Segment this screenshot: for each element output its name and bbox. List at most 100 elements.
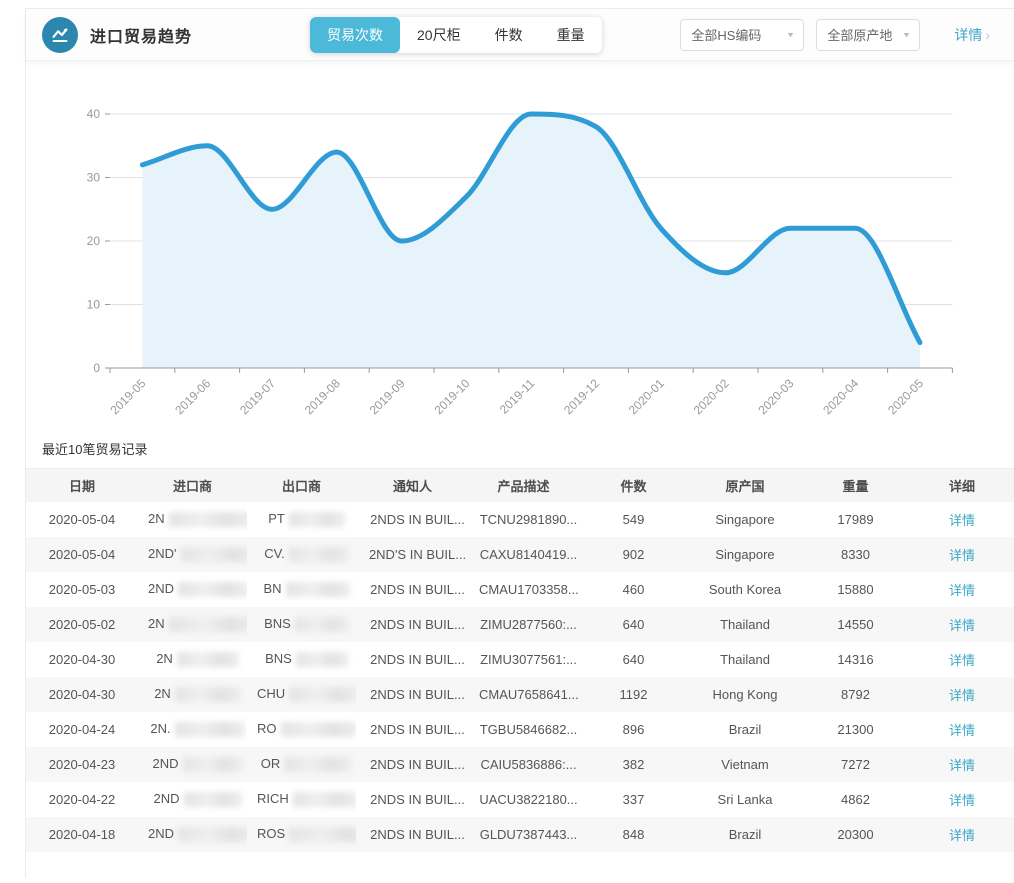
cell-importer: 2N xyxy=(138,607,247,642)
cell-weight: 8792 xyxy=(801,677,910,712)
cell-quantity: 1192 xyxy=(578,677,689,712)
cell-quantity: 896 xyxy=(578,712,689,747)
cell-notify-party: 2NDS IN BUIL... xyxy=(356,572,469,607)
card-header: 进口贸易趋势 贸易次数 20尺柜 件数 重量 全部HS编码 ▾ 全部原产地 ▾ … xyxy=(26,9,1014,61)
tab-20ft-container[interactable]: 20尺柜 xyxy=(400,17,478,53)
cell-exporter: RO xyxy=(247,712,356,747)
cell-weight: 8330 xyxy=(801,537,910,572)
cell-date: 2020-04-18 xyxy=(26,817,138,852)
cell-weight: 17989 xyxy=(801,502,910,537)
header-detail-link[interactable]: 详情› xyxy=(954,25,990,45)
origin-select[interactable]: 全部原产地 ▾ xyxy=(816,19,920,51)
redacted-exporter-name xyxy=(286,582,350,597)
x-axis-label: 2020-03 xyxy=(755,376,796,417)
row-detail-link[interactable]: 详情 xyxy=(949,758,975,773)
cell-product-desc: CMAU1703358... xyxy=(469,572,578,607)
cell-weight: 15880 xyxy=(801,572,910,607)
redacted-exporter-name xyxy=(289,827,356,842)
redacted-importer-name xyxy=(178,827,247,842)
table-row: 2020-05-032NDBN2NDS IN BUIL...CMAU170335… xyxy=(26,572,1014,607)
cell-date: 2020-04-30 xyxy=(26,642,138,677)
cell-notify-party: 2NDS IN BUIL... xyxy=(356,782,469,817)
cell-date: 2020-05-04 xyxy=(26,502,138,537)
cell-quantity: 460 xyxy=(578,572,689,607)
cell-notify-party: 2NDS IN BUIL... xyxy=(356,642,469,677)
y-axis-label: 30 xyxy=(87,171,101,185)
recent-trades-section: 最近10笔贸易记录 日期 进口商 出口商 通知人 产品描述 件数 原产国 重量 … xyxy=(26,439,1014,852)
table-row: 2020-05-042ND'CV.2ND'S IN BUIL...CAXU814… xyxy=(26,537,1014,572)
cell-quantity: 848 xyxy=(578,817,689,852)
row-detail-link[interactable]: 详情 xyxy=(949,653,975,668)
cell-date: 2020-05-04 xyxy=(26,537,138,572)
row-detail-link[interactable]: 详情 xyxy=(949,723,975,738)
filter-group: 全部HS编码 ▾ 全部原产地 ▾ 详情› xyxy=(680,19,990,51)
cell-quantity: 902 xyxy=(578,537,689,572)
x-axis-label: 2019-08 xyxy=(302,376,343,417)
cell-date: 2020-05-03 xyxy=(26,572,138,607)
redacted-importer-name xyxy=(178,582,247,597)
cell-importer: 2ND xyxy=(138,747,247,782)
tab-trade-count[interactable]: 贸易次数 xyxy=(310,17,400,53)
y-axis-label: 0 xyxy=(93,361,100,375)
cell-origin-country: Hong Kong xyxy=(689,677,801,712)
cell-importer: 2N xyxy=(138,642,247,677)
cell-detail: 详情 xyxy=(910,502,1014,537)
tab-piece-count[interactable]: 件数 xyxy=(478,17,540,53)
row-detail-link[interactable]: 详情 xyxy=(949,618,975,633)
table-row: 2020-04-232NDOR2NDS IN BUIL...CAIU583688… xyxy=(26,747,1014,782)
cell-notify-party: 2ND'S IN BUIL... xyxy=(356,537,469,572)
redacted-exporter-name xyxy=(296,652,348,667)
cell-product-desc: ZIMU3077561:... xyxy=(469,642,578,677)
cell-exporter: OR xyxy=(247,747,356,782)
col-header-date: 日期 xyxy=(26,469,138,502)
row-detail-link[interactable]: 详情 xyxy=(949,548,975,563)
cell-notify-party: 2NDS IN BUIL... xyxy=(356,817,469,852)
row-detail-link[interactable]: 详情 xyxy=(949,688,975,703)
table-row: 2020-04-242N.RO2NDS IN BUIL...TGBU584668… xyxy=(26,712,1014,747)
row-detail-link[interactable]: 详情 xyxy=(949,583,975,598)
table-row: 2020-04-302NBNS2NDS IN BUIL...ZIMU307756… xyxy=(26,642,1014,677)
cell-product-desc: CAXU8140419... xyxy=(469,537,578,572)
cell-quantity: 640 xyxy=(578,607,689,642)
cell-detail: 详情 xyxy=(910,572,1014,607)
col-header-notify-party: 通知人 xyxy=(356,469,469,502)
col-header-origin-country: 原产国 xyxy=(689,469,801,502)
x-axis-label: 2019-10 xyxy=(431,376,472,417)
cell-detail: 详情 xyxy=(910,677,1014,712)
cell-notify-party: 2NDS IN BUIL... xyxy=(356,607,469,642)
row-detail-link[interactable]: 详情 xyxy=(949,828,975,843)
cell-origin-country: Singapore xyxy=(689,502,801,537)
cell-origin-country: South Korea xyxy=(689,572,801,607)
table-row: 2020-05-022NBNS2NDS IN BUIL...ZIMU287756… xyxy=(26,607,1014,642)
cell-detail: 详情 xyxy=(910,537,1014,572)
cell-weight: 20300 xyxy=(801,817,910,852)
tab-weight[interactable]: 重量 xyxy=(540,17,602,53)
cell-date: 2020-04-30 xyxy=(26,677,138,712)
cell-detail: 详情 xyxy=(910,747,1014,782)
row-detail-link[interactable]: 详情 xyxy=(949,793,975,808)
cell-weight: 14550 xyxy=(801,607,910,642)
cell-product-desc: GLDU7387443... xyxy=(469,817,578,852)
col-header-product-desc: 产品描述 xyxy=(469,469,578,502)
trend-chart-icon xyxy=(42,17,78,53)
redacted-importer-name xyxy=(175,722,245,737)
redacted-exporter-name xyxy=(284,757,352,772)
cell-quantity: 337 xyxy=(578,782,689,817)
cell-exporter: RICH xyxy=(247,782,356,817)
col-header-importer: 进口商 xyxy=(138,469,247,502)
row-detail-link[interactable]: 详情 xyxy=(949,513,975,528)
cell-detail: 详情 xyxy=(910,642,1014,677)
y-axis-label: 10 xyxy=(87,298,101,312)
x-axis-label: 2019-06 xyxy=(172,376,213,417)
cell-exporter: BNS xyxy=(247,642,356,677)
cell-weight: 7272 xyxy=(801,747,910,782)
cell-detail: 详情 xyxy=(910,782,1014,817)
cell-origin-country: Brazil xyxy=(689,712,801,747)
cell-product-desc: TCNU2981890... xyxy=(469,502,578,537)
cell-importer: 2N. xyxy=(138,712,247,747)
cell-date: 2020-04-22 xyxy=(26,782,138,817)
col-header-quantity: 件数 xyxy=(578,469,689,502)
cell-exporter: BN xyxy=(247,572,356,607)
hs-code-select[interactable]: 全部HS编码 ▾ xyxy=(680,19,804,51)
redacted-importer-name xyxy=(181,547,248,562)
